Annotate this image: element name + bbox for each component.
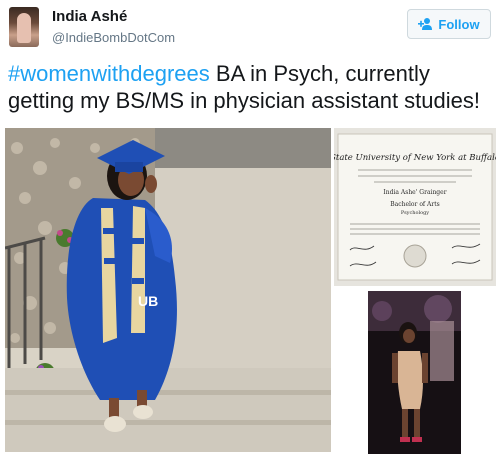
tweet-text: #womenwithdegrees BA in Psych, currently…: [8, 60, 496, 114]
follow-button[interactable]: Follow: [407, 9, 491, 39]
gown-ub-text: UB: [138, 293, 158, 309]
author-name[interactable]: India Ashé: [52, 8, 127, 25]
diploma-degree: Bachelor of Arts: [390, 201, 440, 208]
follow-label: Follow: [438, 16, 480, 32]
diploma-field: Psychology: [401, 210, 429, 216]
diploma-title: State University of New York at Buffalo: [334, 153, 496, 163]
diploma-photo[interactable]: State University of New York at Buffalo …: [334, 128, 496, 286]
graduation-photo[interactable]: UB: [5, 128, 331, 452]
author-handle[interactable]: @IndieBombDotCom: [52, 30, 175, 45]
hashtag-link[interactable]: #womenwithdegrees: [8, 61, 210, 86]
diploma-recipient: India Ashe' Grainger: [383, 189, 446, 196]
avatar[interactable]: [9, 7, 39, 47]
add-user-icon: [418, 18, 433, 30]
party-photo[interactable]: [368, 291, 461, 454]
tweet-card: India Ashé @IndieBombDotCom Follow #wome…: [0, 0, 500, 461]
